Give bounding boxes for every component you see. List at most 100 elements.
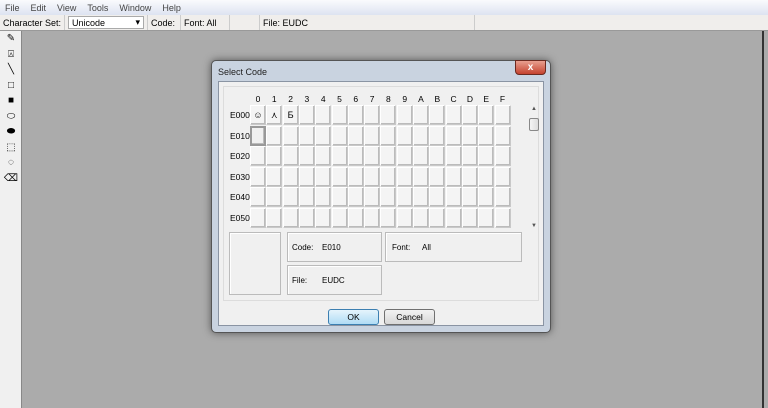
filled-ellipse-icon[interactable]: ⬬ — [0, 124, 22, 140]
code-cell[interactable] — [494, 105, 511, 125]
menu-file[interactable]: File — [5, 3, 20, 13]
code-cell[interactable] — [298, 207, 315, 228]
code-cell[interactable] — [461, 146, 478, 166]
scroll-down-icon[interactable]: ▼ — [527, 223, 541, 229]
code-cell[interactable] — [331, 207, 348, 228]
code-cell[interactable] — [396, 105, 413, 125]
code-cell[interactable] — [331, 105, 348, 125]
code-cell[interactable] — [396, 207, 413, 228]
code-cell[interactable] — [364, 146, 381, 166]
code-cell[interactable] — [478, 146, 495, 166]
code-cell[interactable]: ☺ — [250, 105, 266, 125]
grid-scrollbar[interactable]: ▲ ▼ — [527, 106, 541, 229]
code-cell[interactable] — [413, 187, 429, 207]
code-cell[interactable] — [494, 166, 511, 187]
code-cell[interactable] — [347, 166, 364, 187]
code-cell[interactable] — [445, 105, 462, 125]
code-cell[interactable] — [331, 125, 348, 146]
code-cell[interactable] — [461, 125, 478, 146]
code-cell[interactable] — [396, 187, 413, 207]
filled-rectangle-icon[interactable]: ■ — [0, 93, 22, 109]
code-cell[interactable] — [478, 125, 495, 146]
line-icon[interactable]: ╲ — [0, 62, 22, 78]
code-cell[interactable] — [445, 187, 462, 207]
code-cell[interactable] — [494, 146, 511, 166]
code-cell[interactable] — [364, 207, 381, 228]
rectangular-selection-icon[interactable]: ⬚ — [0, 140, 22, 156]
code-cell[interactable] — [315, 105, 332, 125]
code-cell[interactable] — [266, 187, 283, 207]
code-cell[interactable] — [298, 166, 315, 187]
scroll-thumb[interactable] — [529, 118, 539, 131]
code-cell[interactable] — [298, 187, 315, 207]
code-cell[interactable] — [380, 125, 397, 146]
code-cell[interactable] — [429, 125, 446, 146]
menu-window[interactable]: Window — [119, 3, 151, 13]
scroll-up-icon[interactable]: ▲ — [527, 106, 541, 112]
code-cell[interactable] — [347, 187, 364, 207]
code-cell[interactable] — [315, 187, 332, 207]
code-cell[interactable] — [250, 125, 266, 146]
code-cell[interactable] — [266, 166, 283, 187]
code-cell[interactable] — [380, 105, 397, 125]
menu-edit[interactable]: Edit — [31, 3, 47, 13]
menu-view[interactable]: View — [57, 3, 76, 13]
code-cell[interactable] — [396, 146, 413, 166]
code-cell[interactable] — [461, 105, 478, 125]
code-cell[interactable] — [347, 207, 364, 228]
code-cell[interactable] — [282, 166, 299, 187]
code-cell[interactable] — [413, 105, 429, 125]
code-cell[interactable] — [380, 187, 397, 207]
code-cell[interactable] — [250, 146, 266, 166]
code-cell[interactable] — [347, 125, 364, 146]
hollow-rectangle-icon[interactable]: □ — [0, 78, 22, 94]
menu-tools[interactable]: Tools — [87, 3, 108, 13]
code-cell[interactable] — [298, 146, 315, 166]
code-cell[interactable] — [413, 146, 429, 166]
code-cell[interactable] — [282, 146, 299, 166]
code-cell[interactable] — [250, 166, 266, 187]
code-cell[interactable] — [364, 187, 381, 207]
code-cell[interactable] — [380, 166, 397, 187]
code-cell[interactable] — [478, 207, 495, 228]
code-cell[interactable] — [331, 187, 348, 207]
code-cell[interactable] — [250, 207, 266, 228]
code-cell[interactable] — [331, 146, 348, 166]
code-cell[interactable] — [461, 207, 478, 228]
code-cell[interactable] — [266, 125, 283, 146]
code-cell[interactable] — [461, 166, 478, 187]
code-cell[interactable] — [298, 105, 315, 125]
pencil-icon[interactable]: ✎ — [0, 31, 22, 47]
code-cell[interactable] — [494, 207, 511, 228]
code-cell[interactable] — [429, 187, 446, 207]
code-cell[interactable] — [315, 146, 332, 166]
code-cell[interactable] — [298, 125, 315, 146]
code-cell[interactable] — [282, 207, 299, 228]
code-cell[interactable] — [282, 187, 299, 207]
code-cell[interactable] — [364, 125, 381, 146]
code-cell[interactable] — [429, 207, 446, 228]
code-cell[interactable] — [364, 105, 381, 125]
freeform-selection-icon[interactable]: ◌ — [0, 155, 22, 171]
code-cell[interactable] — [380, 207, 397, 228]
close-button[interactable]: x — [515, 60, 546, 75]
code-cell[interactable] — [396, 125, 413, 146]
code-cell[interactable] — [445, 125, 462, 146]
code-cell[interactable] — [429, 166, 446, 187]
code-cell[interactable] — [478, 105, 495, 125]
code-cell[interactable] — [413, 207, 429, 228]
code-cell[interactable] — [429, 146, 446, 166]
code-cell[interactable]: ⋏ — [266, 105, 283, 125]
code-cell[interactable]: Ƃ — [282, 105, 299, 125]
code-cell[interactable] — [315, 125, 332, 146]
code-cell[interactable] — [494, 125, 511, 146]
code-cell[interactable] — [445, 166, 462, 187]
code-cell[interactable] — [315, 207, 332, 228]
ok-button[interactable]: OK — [328, 309, 379, 325]
code-cell[interactable] — [413, 166, 429, 187]
eraser-icon[interactable]: ⌫ — [0, 171, 22, 187]
code-cell[interactable] — [315, 166, 332, 187]
code-cell[interactable] — [478, 166, 495, 187]
code-cell[interactable] — [250, 187, 266, 207]
code-cell[interactable] — [331, 166, 348, 187]
